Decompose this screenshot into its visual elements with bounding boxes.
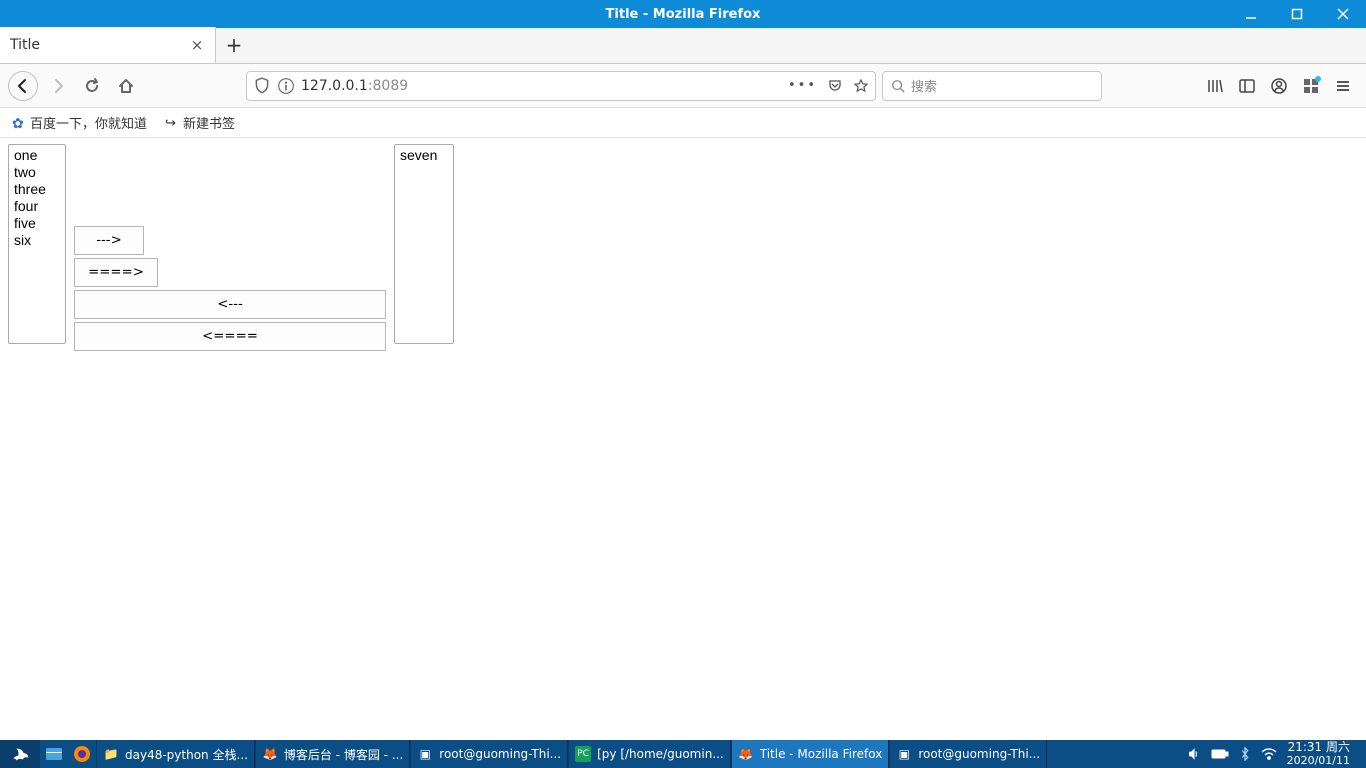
- battery-icon[interactable]: [1211, 748, 1229, 760]
- bookmark-baidu-label: 百度一下，你就知道: [30, 113, 147, 132]
- list-item[interactable]: four: [12, 198, 62, 215]
- reload-button[interactable]: [78, 72, 106, 100]
- site-info-icon[interactable]: [277, 77, 295, 95]
- search-icon: [891, 79, 905, 93]
- pycharm-icon: PC: [575, 746, 591, 762]
- task-label: root@guoming-Thi...: [918, 747, 1040, 761]
- terminal-icon: ▣: [417, 746, 433, 762]
- url-host: 127.0.0.1: [301, 78, 368, 94]
- sidebar-icon[interactable]: [1238, 77, 1256, 95]
- search-placeholder: 搜索: [911, 76, 937, 95]
- extensions-icon[interactable]: [1302, 77, 1320, 95]
- library-icon[interactable]: [1206, 77, 1224, 95]
- task-label: day48-python 全栈...: [125, 746, 248, 763]
- clock-date: 2020/01/11: [1287, 755, 1350, 767]
- task-pycharm[interactable]: PC [py [/home/guomin...: [568, 740, 731, 768]
- task-firefox-active[interactable]: 🦊 Title - Mozilla Firefox: [731, 740, 890, 768]
- task-label: 博客后台 - 博客园 - ...: [284, 746, 403, 763]
- taskbar: 📁 day48-python 全栈... 🦊 博客后台 - 博客园 - ... ▣ r…: [0, 740, 1366, 768]
- task-label: [py [/home/guomin...: [597, 747, 724, 761]
- list-item[interactable]: six: [12, 232, 62, 249]
- new-tab-button[interactable]: +: [216, 27, 252, 63]
- task-label: Title - Mozilla Firefox: [760, 747, 883, 761]
- bookmark-new-label: 新建书签: [183, 113, 235, 132]
- bookmark-star-icon[interactable]: [853, 78, 869, 94]
- task-terminal-2[interactable]: ▣ root@guoming-Thi...: [889, 740, 1047, 768]
- url-bar[interactable]: 127.0.0.1:8089 •••: [246, 71, 876, 101]
- baidu-favicon: ✿: [12, 116, 26, 130]
- window-titlebar: Title - Mozilla Firefox: [0, 0, 1366, 28]
- browser-tab[interactable]: Title ×: [0, 27, 216, 63]
- bookmark-new[interactable]: ↪ 新建书签: [165, 113, 235, 132]
- reader-pocket-icon[interactable]: [827, 78, 843, 94]
- quick-launch-firefox[interactable]: [68, 740, 96, 768]
- minimize-button[interactable]: [1228, 0, 1274, 28]
- list-item[interactable]: two: [12, 164, 62, 181]
- page-actions-icon[interactable]: •••: [788, 78, 817, 93]
- home-button[interactable]: [112, 72, 140, 100]
- volume-icon[interactable]: [1187, 747, 1201, 761]
- wifi-icon[interactable]: [1261, 747, 1277, 761]
- url-port: :8089: [368, 78, 408, 94]
- page-content: onetwothreefourfivesix seven: [0, 138, 1366, 740]
- left-select[interactable]: onetwothreefourfivesix: [8, 144, 66, 344]
- forward-button[interactable]: [44, 72, 72, 100]
- terminal-icon: ▣: [896, 746, 912, 762]
- maximize-button[interactable]: [1274, 0, 1320, 28]
- firefox-icon: 🦊: [262, 746, 278, 762]
- generic-favicon: ↪: [165, 116, 179, 130]
- quick-launch-files[interactable]: [40, 740, 68, 768]
- close-window-button[interactable]: [1320, 0, 1366, 28]
- folder-icon: 📁: [103, 746, 119, 762]
- toolbar-right: [1206, 77, 1358, 95]
- task-label: root@guoming-Thi...: [439, 747, 561, 761]
- move-left-button[interactable]: [74, 290, 386, 319]
- search-bar[interactable]: 搜索: [882, 71, 1102, 101]
- task-terminal-1[interactable]: ▣ root@guoming-Thi...: [410, 740, 568, 768]
- list-item[interactable]: one: [12, 147, 62, 164]
- window-title: Title - Mozilla Firefox: [606, 7, 761, 22]
- url-text[interactable]: 127.0.0.1:8089: [301, 78, 782, 94]
- clock-time: 21:31 周六: [1287, 741, 1350, 754]
- bookmarks-bar: ✿ 百度一下，你就知道 ↪ 新建书签: [0, 108, 1366, 138]
- move-all-right-button[interactable]: [74, 258, 158, 287]
- task-folder[interactable]: 📁 day48-python 全栈...: [96, 740, 255, 768]
- tracking-shield-icon[interactable]: [253, 77, 271, 95]
- system-tray: 21:31 周六 2020/01/11: [1179, 741, 1366, 766]
- transfer-buttons: [74, 226, 386, 354]
- clock[interactable]: 21:31 周六 2020/01/11: [1287, 741, 1358, 766]
- task-firefox-1[interactable]: 🦊 博客后台 - 博客园 - ...: [255, 740, 410, 768]
- url-actions: •••: [788, 78, 869, 94]
- move-right-button[interactable]: [74, 226, 144, 255]
- nav-toolbar: 127.0.0.1:8089 ••• 搜索: [0, 64, 1366, 108]
- menu-icon[interactable]: [1334, 77, 1352, 95]
- account-icon[interactable]: [1270, 77, 1288, 95]
- list-item[interactable]: seven: [398, 147, 450, 164]
- list-item[interactable]: five: [12, 215, 62, 232]
- start-menu-button[interactable]: [0, 740, 40, 768]
- back-button[interactable]: [8, 71, 38, 101]
- close-tab-button[interactable]: ×: [189, 37, 205, 53]
- right-select[interactable]: seven: [394, 144, 454, 344]
- window-controls: [1228, 0, 1366, 28]
- bookmark-baidu[interactable]: ✿ 百度一下，你就知道: [12, 113, 147, 132]
- tab-title: Title: [10, 37, 189, 53]
- firefox-icon: 🦊: [738, 746, 754, 762]
- list-item[interactable]: three: [12, 181, 62, 198]
- bluetooth-icon[interactable]: [1239, 747, 1251, 761]
- tab-bar: Title × +: [0, 28, 1366, 64]
- move-all-left-button[interactable]: [74, 322, 386, 351]
